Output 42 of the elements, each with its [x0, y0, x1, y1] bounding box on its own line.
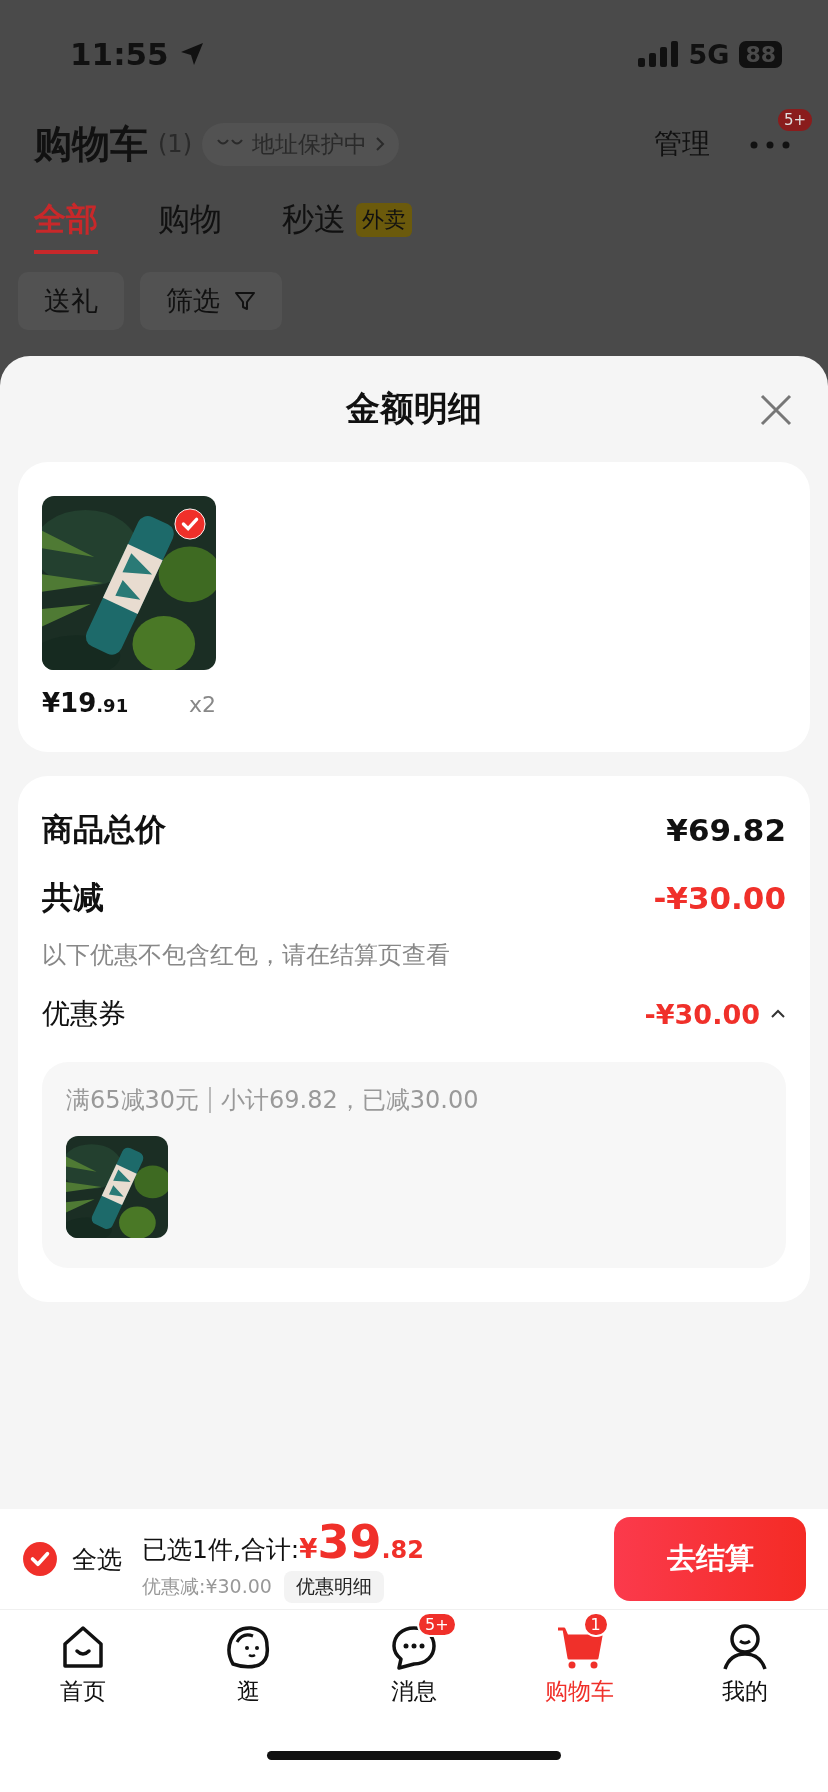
nav-tab[interactable]: 我的	[662, 1610, 828, 1707]
status-time: 11:55	[70, 36, 169, 72]
nav-tab[interactable]: 首页	[0, 1610, 166, 1707]
discount-note: 以下优惠不包含红包，请在结算页查看	[42, 940, 450, 971]
filter-chip[interactable]: 筛选	[140, 272, 282, 330]
order-total: 已选1件,合计:¥39.82	[142, 1515, 424, 1569]
count-badge: 1	[582, 1612, 609, 1637]
nav-tab[interactable]: 1 购物车	[496, 1610, 663, 1707]
filter-icon	[234, 290, 256, 312]
coupon-value: -¥30.00	[644, 998, 760, 1030]
item-quantity: x2	[188, 692, 216, 717]
nav-tab[interactable]: 5+ 消息	[331, 1610, 497, 1707]
cart-tab[interactable]: 秒送 外卖	[282, 190, 412, 254]
chevron-up-icon[interactable]	[770, 1009, 786, 1019]
filter-chip[interactable]: 送礼	[18, 272, 124, 330]
more-icon[interactable]	[750, 141, 790, 149]
count-badge: 5+	[417, 1612, 457, 1637]
signal-icon	[638, 41, 679, 67]
checkbox-icon[interactable]	[22, 1541, 58, 1577]
manage-link[interactable]: 管理	[654, 125, 710, 163]
close-icon[interactable]	[760, 394, 792, 426]
checkout-button[interactable]: 去结算	[614, 1517, 806, 1601]
page-title: 购物车	[34, 120, 148, 168]
select-all-label[interactable]: 全选	[72, 1542, 122, 1576]
battery-level: 88	[739, 40, 782, 68]
takeout-tag: 外卖	[356, 203, 412, 237]
discount-label: 共减	[42, 878, 104, 917]
coupon-subtotal: 小计69.82，已减30.00	[221, 1085, 479, 1116]
chevron-right-icon	[375, 136, 385, 152]
discount-summary: 优惠减:¥30.00	[142, 1574, 272, 1599]
discount-detail-button[interactable]: 优惠明细	[283, 1571, 384, 1603]
item-price: ¥19.91	[42, 688, 129, 718]
network-label: 5G	[688, 38, 730, 70]
nav-tab[interactable]: 逛	[165, 1610, 332, 1707]
coupon-rule: 满65减30元	[66, 1085, 200, 1116]
cart-tab[interactable]: 购物	[158, 190, 222, 254]
coupon-label: 优惠券	[42, 996, 126, 1032]
notification-badge: 5+	[778, 109, 813, 131]
total-value: ¥69.82	[666, 812, 786, 848]
discount-value: -¥30.00	[653, 880, 786, 916]
total-label: 商品总价	[42, 810, 166, 849]
sheet-title: 金额明细	[346, 387, 482, 430]
